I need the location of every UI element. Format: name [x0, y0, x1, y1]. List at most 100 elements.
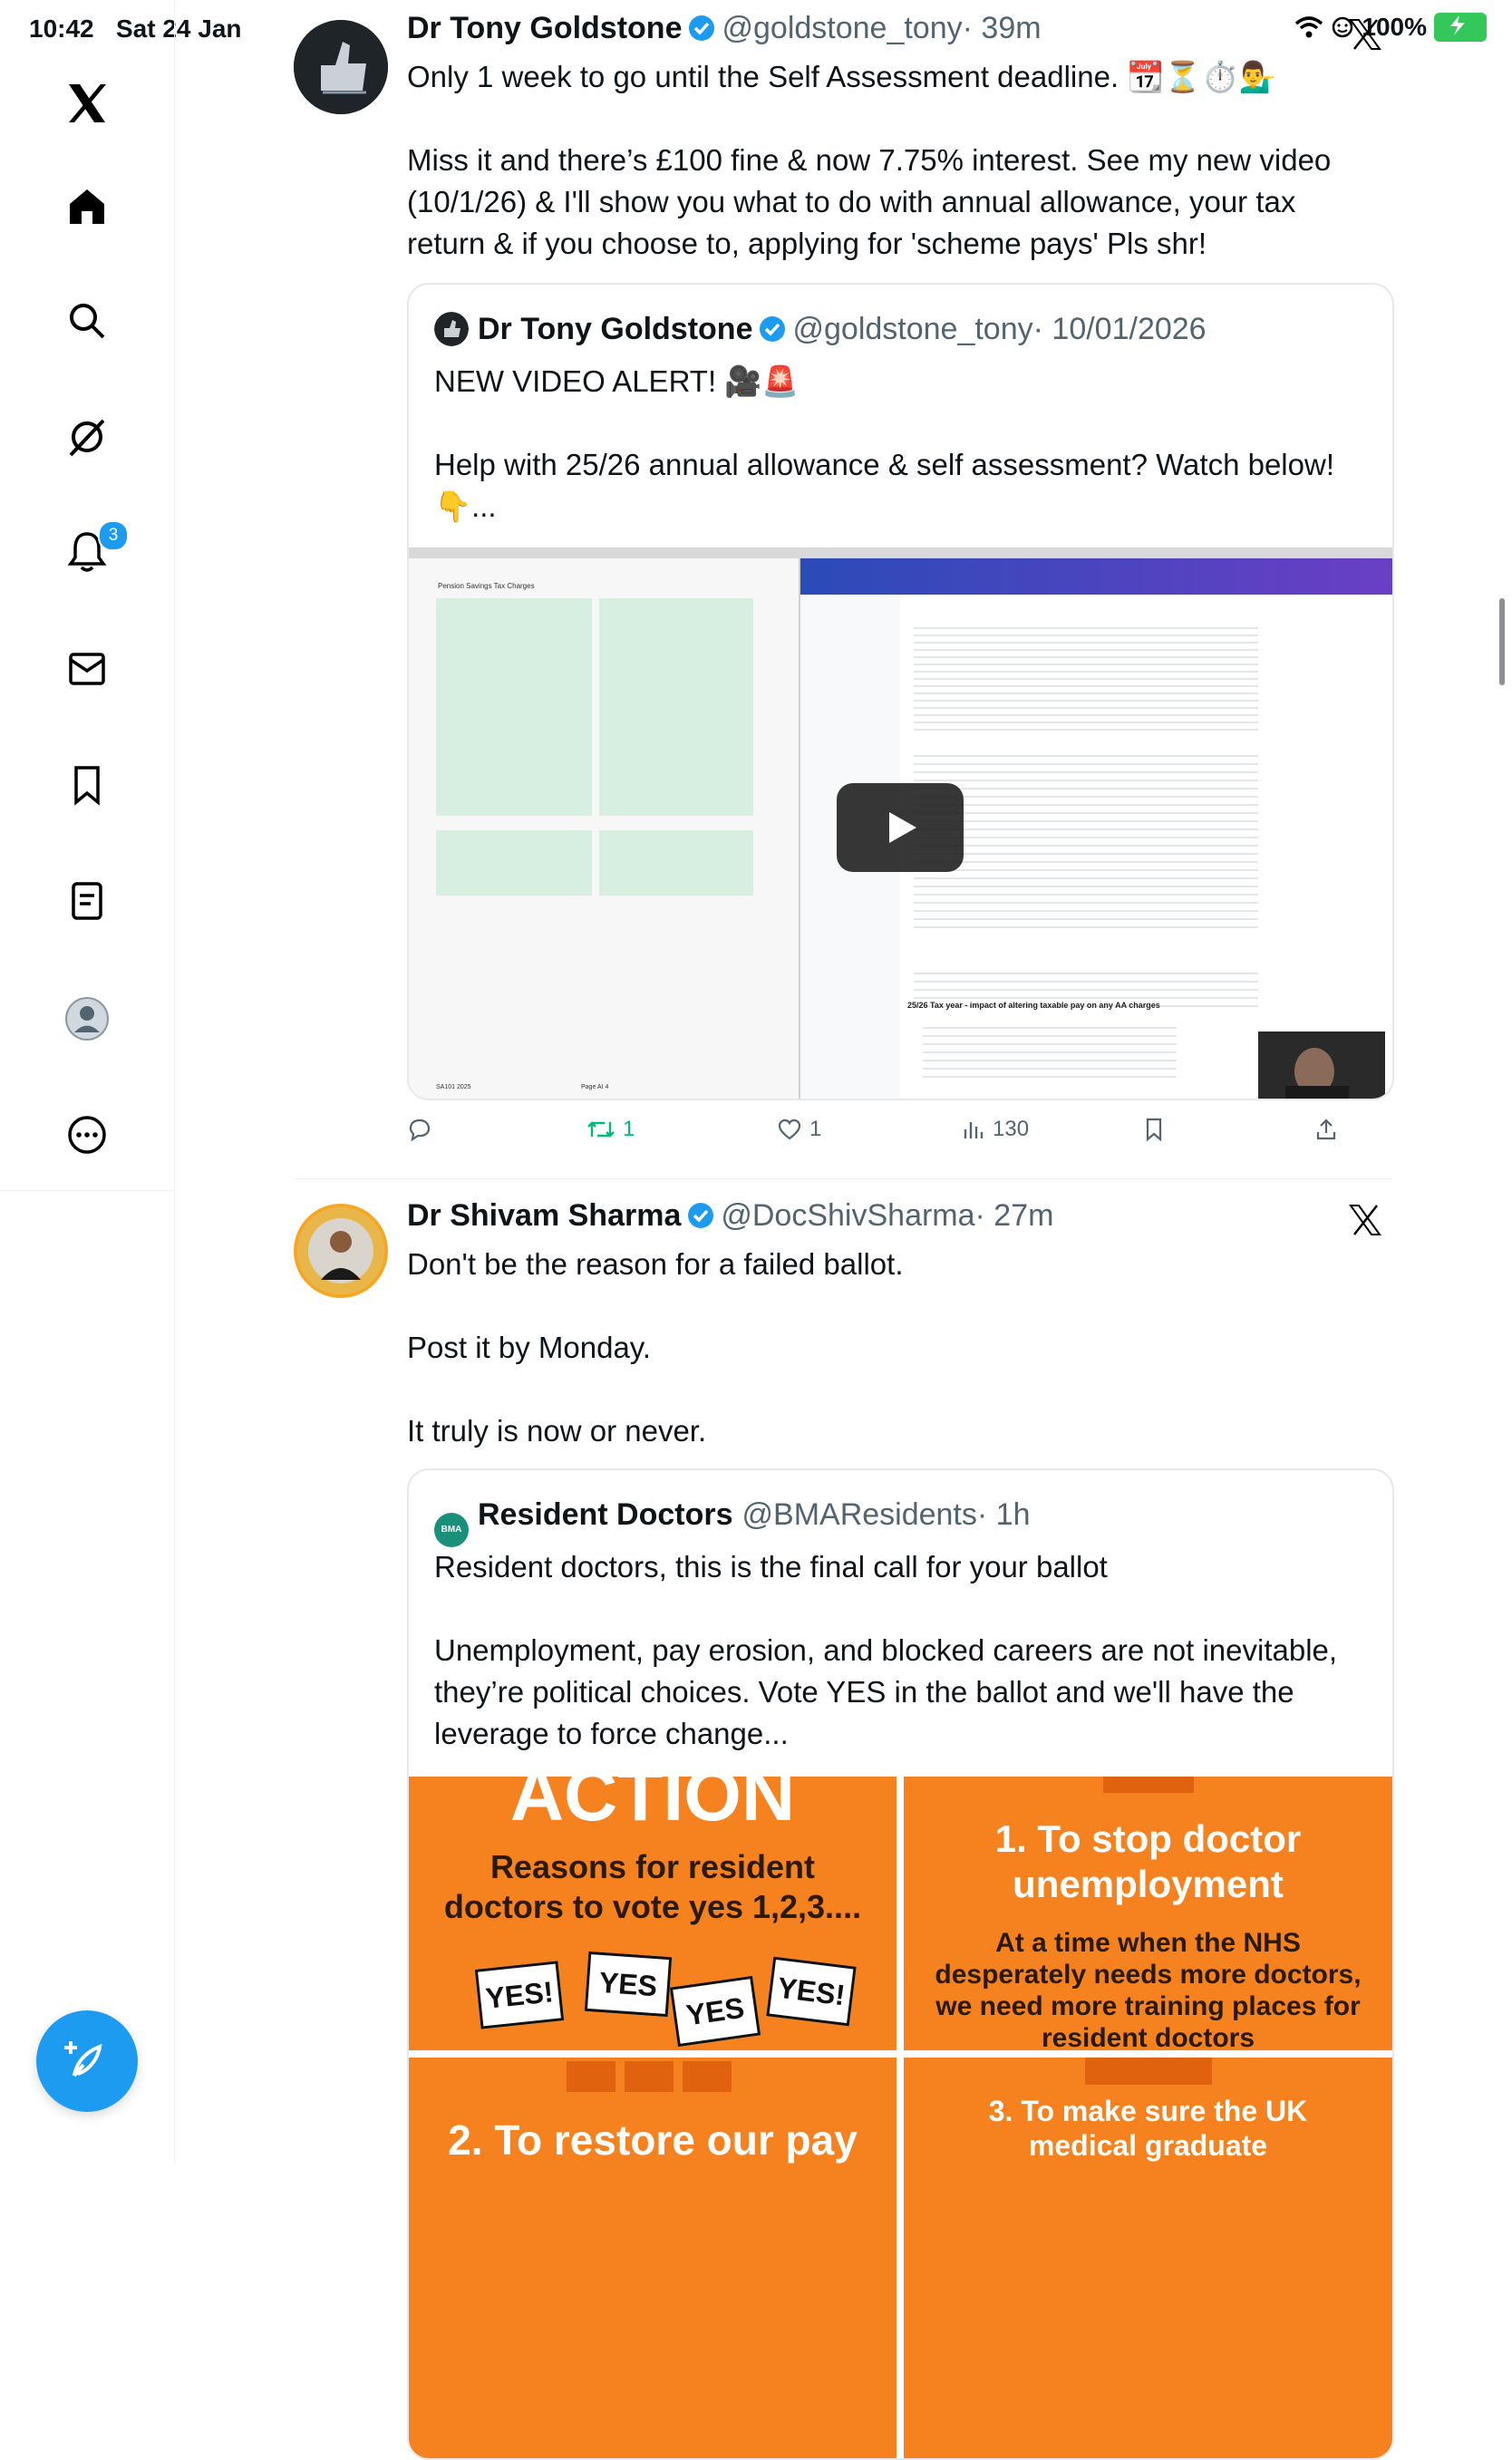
quoted-tweet[interactable]: Dr Tony Goldstone @goldstone_tony· 10/01/…	[407, 283, 1394, 1100]
video-player[interactable]: Pension Savings Tax Charges SA101 2025 P…	[409, 547, 1392, 1099]
webcam-overlay	[1258, 1031, 1385, 1099]
messages-icon[interactable]	[60, 642, 114, 696]
tile-body: At a time when the NHS desperately needs…	[935, 1928, 1362, 2050]
share-icon	[1316, 1119, 1336, 1140]
reply-button[interactable]	[407, 1117, 440, 1142]
author-handle[interactable]: @goldstone_tony	[722, 11, 962, 45]
tile-title: 1. To stop doctor unemployment	[994, 1817, 1302, 1905]
quote-avatar: BMA	[434, 1513, 469, 1547]
sheet-rows	[923, 1021, 1177, 1084]
image-tile-action: ACTION Reasons for resident doctors to v…	[409, 1777, 897, 2050]
bookmark-icon	[1146, 1118, 1162, 1142]
x-grok-icon[interactable]	[1347, 16, 1383, 53]
tweet-header: Dr Shivam Sharma @DocShivSharma· 27m	[407, 1198, 1053, 1234]
compose-button[interactable]	[36, 2010, 138, 2112]
views-button[interactable]: 130	[962, 1117, 1029, 1142]
tile-big-text: ACTION	[509, 1777, 796, 1836]
quote-time: · 1h	[976, 1497, 1031, 1532]
grok-icon[interactable]	[60, 410, 114, 464]
quote-author-handle: @BMAResidents	[741, 1497, 977, 1532]
tile-title: 3. To make sure the UK medical graduate	[988, 2095, 1308, 2162]
tile-decoration	[1085, 2058, 1212, 2085]
status-right: 100%	[1294, 13, 1487, 42]
sidebar-divider	[0, 1190, 174, 1191]
tweet-header: Dr Tony Goldstone @goldstone_tony· 39m	[407, 11, 1042, 46]
tweet-time[interactable]: · 39m	[963, 11, 1042, 45]
like-count: 1	[809, 1117, 822, 1141]
bookmark-button[interactable]	[1143, 1117, 1165, 1142]
profile-icon[interactable]	[60, 992, 114, 1046]
share-button[interactable]	[1313, 1117, 1339, 1142]
form-block	[436, 598, 592, 816]
quote-header: Dr Tony Goldstone @goldstone_tony· 10/01/…	[434, 312, 1207, 347]
video-left-page: Page AI 4	[581, 1084, 609, 1090]
quote-text: NEW VIDEO ALERT! 🎥🚨 Help with 25/26 annu…	[434, 364, 1334, 523]
search-icon[interactable]	[60, 294, 114, 348]
home-icon[interactable]	[60, 179, 114, 234]
video-left-title: Pension Savings Tax Charges	[438, 582, 535, 590]
tile-decoration	[567, 2061, 739, 2092]
views-icon	[964, 1122, 984, 1138]
reply-icon	[409, 1119, 431, 1142]
scrollbar[interactable]	[1499, 598, 1505, 685]
notifications-badge: 3	[98, 520, 129, 551]
like-button[interactable]: 1	[777, 1117, 821, 1142]
quote-author-handle: @goldstone_tony	[792, 312, 1033, 346]
play-icon	[889, 812, 916, 843]
views-count: 130	[993, 1117, 1030, 1141]
yes-sign: YES!	[766, 1956, 857, 2027]
tile-subtitle: Reasons for resident doctors to vote yes…	[443, 1848, 862, 1925]
more-icon[interactable]	[60, 1108, 114, 1162]
tweet-time[interactable]: · 27m	[975, 1198, 1054, 1233]
author-name[interactable]: Dr Shivam Sharma	[407, 1198, 681, 1233]
quote-avatar	[434, 312, 469, 346]
quote-author-name: Resident Doctors	[478, 1497, 733, 1532]
x-grok-icon[interactable]	[1347, 1202, 1383, 1238]
tile-title: 2. To restore our pay	[448, 2116, 858, 2164]
verified-badge-icon	[688, 1203, 714, 1228]
verified-badge-icon	[760, 316, 786, 342]
yes-sign: YES	[669, 1975, 761, 2048]
tweet-text: Only 1 week to go until the Self Assessm…	[407, 60, 1332, 260]
sheet-rows	[914, 749, 1258, 930]
image-tile-pay: 2. To restore our pay	[409, 2058, 897, 2458]
retweet-button[interactable]: 1	[586, 1117, 635, 1142]
quote-header: BMA Resident Doctors @BMAResidents· 1h	[434, 1497, 1030, 1547]
quote-image[interactable]: ACTION Reasons for resident doctors to v…	[409, 1777, 1392, 2458]
avatar[interactable]	[294, 20, 388, 114]
form-block	[599, 598, 753, 816]
x-logo-icon[interactable]	[60, 76, 114, 131]
notifications-icon[interactable]: 3	[60, 520, 129, 578]
heart-icon	[778, 1119, 801, 1140]
compose-icon	[64, 2041, 102, 2077]
quote-text: Resident doctors, this is the final call…	[434, 1550, 1338, 1750]
lists-icon[interactable]	[60, 874, 114, 928]
tweet-actions: 1 1 130	[407, 1117, 1391, 1153]
tweet-text: Don't be the reason for a failed ballot.…	[407, 1247, 904, 1448]
tile-decoration	[1103, 1777, 1194, 1793]
video-left-footer: SA101 2025	[436, 1084, 471, 1090]
retweet-icon	[587, 1121, 615, 1138]
form-block	[599, 830, 753, 896]
quoted-tweet[interactable]: BMA Resident Doctors @BMAResidents· 1h Res…	[407, 1468, 1394, 2460]
sheet-rows	[914, 622, 1258, 731]
verified-badge-icon	[689, 15, 715, 41]
play-button[interactable]	[837, 783, 964, 872]
video-left-pane: Pension Savings Tax Charges SA101 2025 P…	[409, 558, 800, 1099]
bookmarks-icon[interactable]	[60, 758, 114, 812]
video-menubar	[409, 547, 1392, 558]
image-tile-graduate: 3. To make sure the UK medical graduate	[904, 2058, 1392, 2458]
author-name[interactable]: Dr Tony Goldstone	[407, 11, 682, 45]
wifi-icon	[1295, 16, 1323, 38]
tweet-divider	[294, 1178, 1392, 1179]
avatar[interactable]	[294, 1204, 388, 1298]
author-handle[interactable]: @DocShivSharma	[721, 1198, 974, 1233]
form-block	[436, 830, 592, 896]
quote-time: · 10/01/2026	[1032, 312, 1207, 346]
image-tile-unemployment: 1. To stop doctor unemployment At a time…	[904, 1777, 1392, 2050]
quote-author-name: Dr Tony Goldstone	[478, 312, 753, 346]
yes-sign: YES!	[474, 1961, 565, 2029]
browser-bar	[800, 558, 1392, 595]
battery-icon	[1434, 13, 1487, 42]
sidebar: 3	[0, 0, 175, 2165]
